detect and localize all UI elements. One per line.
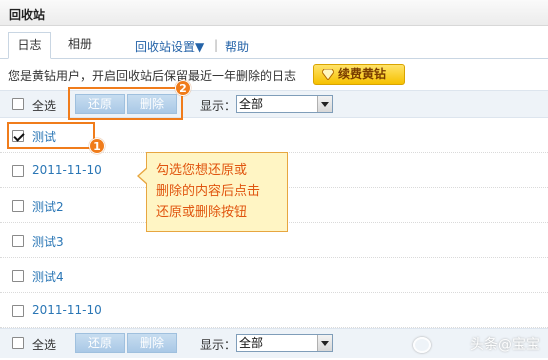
callout-line: 删除的内容后点击 (156, 184, 261, 199)
list-item: 测试4 (0, 258, 548, 293)
watermark-icon (413, 337, 431, 353)
watermark-text: 头条@宝宝 (470, 337, 540, 353)
select-all-label: 全选 (32, 99, 57, 113)
restore-button[interactable]: 还原 (75, 333, 125, 353)
window-title: 回收站 (9, 8, 46, 22)
display-label: 显示： (200, 99, 237, 113)
item-title[interactable]: 2011-11-10 (32, 303, 102, 317)
list-item: 2011-11-10 (0, 293, 548, 328)
select-all-label: 全选 (32, 338, 57, 352)
title-bar: 回收站 (0, 0, 548, 26)
chevron-down-icon[interactable] (317, 335, 332, 351)
instruction-callout: 勾选您想还原或 删除的内容后点击 还原或删除按钮 (137, 152, 288, 232)
diamond-icon (322, 69, 334, 80)
display-filter-value: 全部 (239, 97, 264, 111)
display-label: 显示： (200, 338, 237, 352)
callout-line: 勾选您想还原或 (156, 163, 248, 178)
item-title[interactable]: 测试4 (32, 268, 64, 285)
item-checkbox[interactable] (12, 270, 24, 282)
display-filter-value: 全部 (239, 336, 264, 350)
display-filter-select[interactable]: 全部 (236, 95, 333, 113)
callout-line: 还原或删除按钮 (156, 205, 248, 220)
item-checkbox[interactable] (12, 305, 24, 317)
delete-button[interactable]: 删除 (127, 333, 177, 353)
notice-text: 您是黄钻用户，开启回收站后保留最近一年删除的日志 (8, 69, 297, 83)
chevron-down-icon[interactable] (317, 96, 332, 112)
tab-diary[interactable]: 日志 (8, 32, 51, 59)
recycle-settings-link[interactable]: 回收站设置▼ (135, 38, 204, 55)
highlight-checkbox-box (7, 122, 95, 149)
select-all-checkbox[interactable] (12, 98, 24, 110)
item-title[interactable]: 2011-11-10 (32, 163, 102, 177)
item-title[interactable]: 测试2 (32, 198, 64, 215)
step-badge-1: 1 (89, 138, 105, 154)
select-all-checkbox[interactable] (12, 337, 24, 349)
display-filter-select[interactable]: 全部 (236, 334, 333, 352)
item-title[interactable]: 测试3 (32, 233, 64, 250)
item-checkbox[interactable] (12, 200, 24, 212)
bottom-toolbar: 全选 还原 删除 显示： 全部 (0, 328, 548, 358)
step-badge-2: 2 (175, 80, 191, 96)
renew-vip-button[interactable]: 续费黄钻 (313, 64, 405, 85)
item-checkbox[interactable] (12, 235, 24, 247)
highlight-buttons-box (68, 87, 183, 120)
tab-album[interactable]: 相册 (57, 32, 103, 59)
renew-vip-label: 续费黄钻 (338, 67, 387, 81)
item-checkbox[interactable] (12, 165, 24, 177)
link-separator: | (214, 38, 219, 52)
help-link[interactable]: 帮助 (225, 38, 249, 55)
